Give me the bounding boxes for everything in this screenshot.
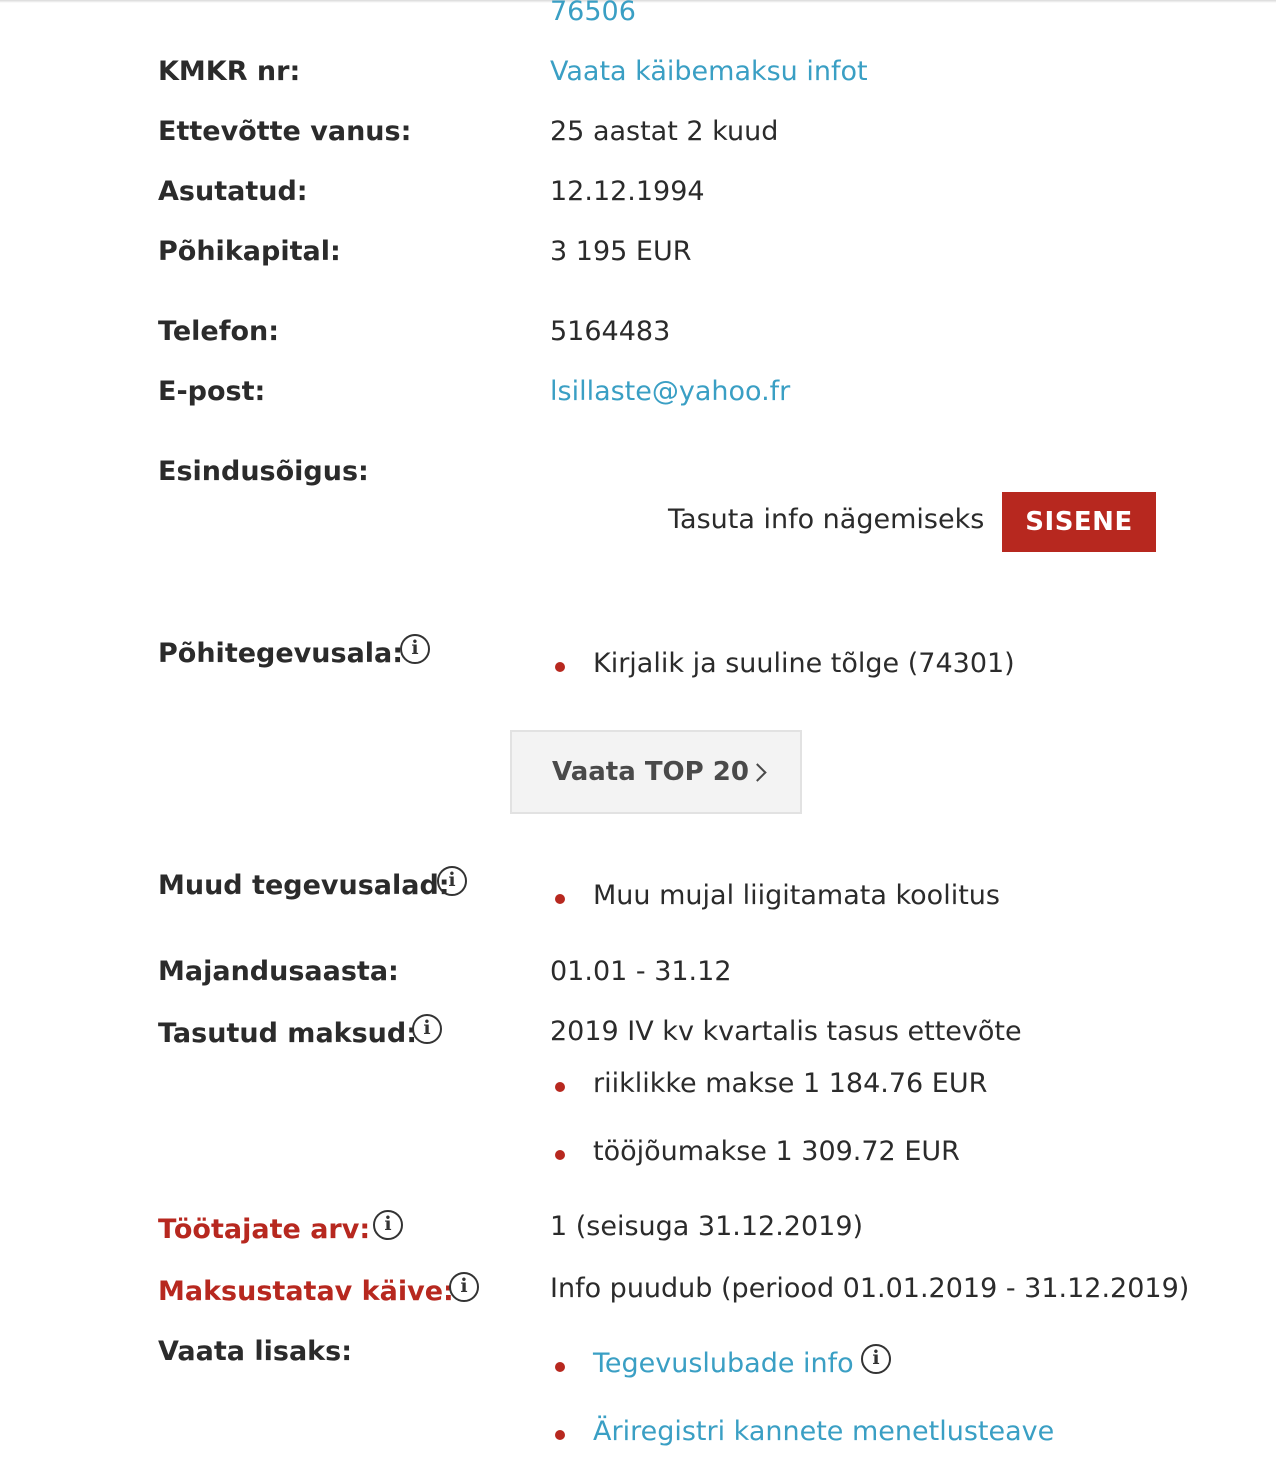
phone-value: 5164483 bbox=[550, 316, 671, 347]
info-circle-icon[interactable]: i bbox=[449, 1272, 479, 1302]
info-circle-icon[interactable]: i bbox=[412, 1014, 442, 1044]
login-prompt-text: Tasuta info nägemiseks bbox=[668, 504, 985, 535]
vat-info-link[interactable]: Vaata käibemaksu infot bbox=[550, 55, 868, 89]
phone-label: Telefon: bbox=[158, 316, 280, 347]
main-activity-value: Kirjalik ja suuline tõlge (74301) bbox=[593, 648, 1015, 679]
top20-button-label: Vaata TOP 20 bbox=[552, 757, 749, 787]
fiscal-year-value: 01.01 - 31.12 bbox=[550, 956, 732, 987]
founded-value: 12.12.1994 bbox=[550, 176, 705, 207]
bullet-icon bbox=[555, 1430, 565, 1440]
company-age-value: 25 aastat 2 kuud bbox=[550, 116, 779, 147]
other-activities-label: Muud tegevusalad: bbox=[158, 870, 450, 901]
chevron-right-icon bbox=[748, 763, 767, 782]
licenses-info-link[interactable]: Tegevuslubade info bbox=[593, 1347, 854, 1381]
bullet-icon bbox=[555, 1362, 565, 1372]
taxable-turnover-value: Info puudub (periood 01.01.2019 - 31.12.… bbox=[550, 1273, 1190, 1304]
bullet-icon bbox=[555, 894, 565, 904]
share-capital-value: 3 195 EUR bbox=[550, 236, 692, 267]
company-age-label: Ettevõtte vanus: bbox=[158, 116, 412, 147]
representation-label: Esindusõigus: bbox=[158, 456, 369, 487]
labor-taxes-value: tööjõumakse 1 309.72 EUR bbox=[593, 1136, 960, 1167]
employees-label: Töötajate arv: bbox=[158, 1214, 371, 1245]
reg-code-link[interactable]: 76506 bbox=[550, 0, 636, 29]
taxes-paid-label: Tasutud maksud: bbox=[158, 1018, 418, 1049]
info-circle-icon[interactable]: i bbox=[373, 1210, 403, 1240]
top-shadow bbox=[0, 0, 1276, 3]
login-button[interactable]: SISENE bbox=[1002, 492, 1156, 552]
info-circle-icon[interactable]: i bbox=[861, 1344, 891, 1374]
taxes-intro: 2019 IV kv kvartalis tasus ettevõte bbox=[550, 1016, 1022, 1047]
registry-proceedings-link[interactable]: Äriregistri kannete menetlusteave bbox=[593, 1415, 1054, 1449]
taxable-turnover-label: Maksustatav käive: bbox=[158, 1276, 454, 1307]
fiscal-year-label: Majandusaasta: bbox=[158, 956, 399, 987]
info-circle-icon[interactable]: i bbox=[437, 866, 467, 896]
email-link[interactable]: lsillaste@yahoo.fr bbox=[550, 375, 790, 409]
bullet-icon bbox=[555, 1082, 565, 1092]
founded-label: Asutatud: bbox=[158, 176, 308, 207]
top20-button[interactable]: Vaata TOP 20 bbox=[510, 730, 802, 814]
see-also-label: Vaata lisaks: bbox=[158, 1336, 353, 1367]
state-taxes-value: riiklikke makse 1 184.76 EUR bbox=[593, 1068, 988, 1099]
other-activities-value: Muu mujal liigitamata koolitus bbox=[593, 880, 1000, 911]
bullet-icon bbox=[555, 662, 565, 672]
employees-value: 1 (seisuga 31.12.2019) bbox=[550, 1211, 864, 1242]
share-capital-label: Põhikapital: bbox=[158, 236, 341, 267]
kmkr-label: KMKR nr: bbox=[158, 56, 301, 87]
email-label: E-post: bbox=[158, 376, 266, 407]
info-circle-icon[interactable]: i bbox=[400, 634, 430, 664]
bullet-icon bbox=[555, 1150, 565, 1160]
main-activity-label: Põhitegevusala: bbox=[158, 638, 404, 669]
